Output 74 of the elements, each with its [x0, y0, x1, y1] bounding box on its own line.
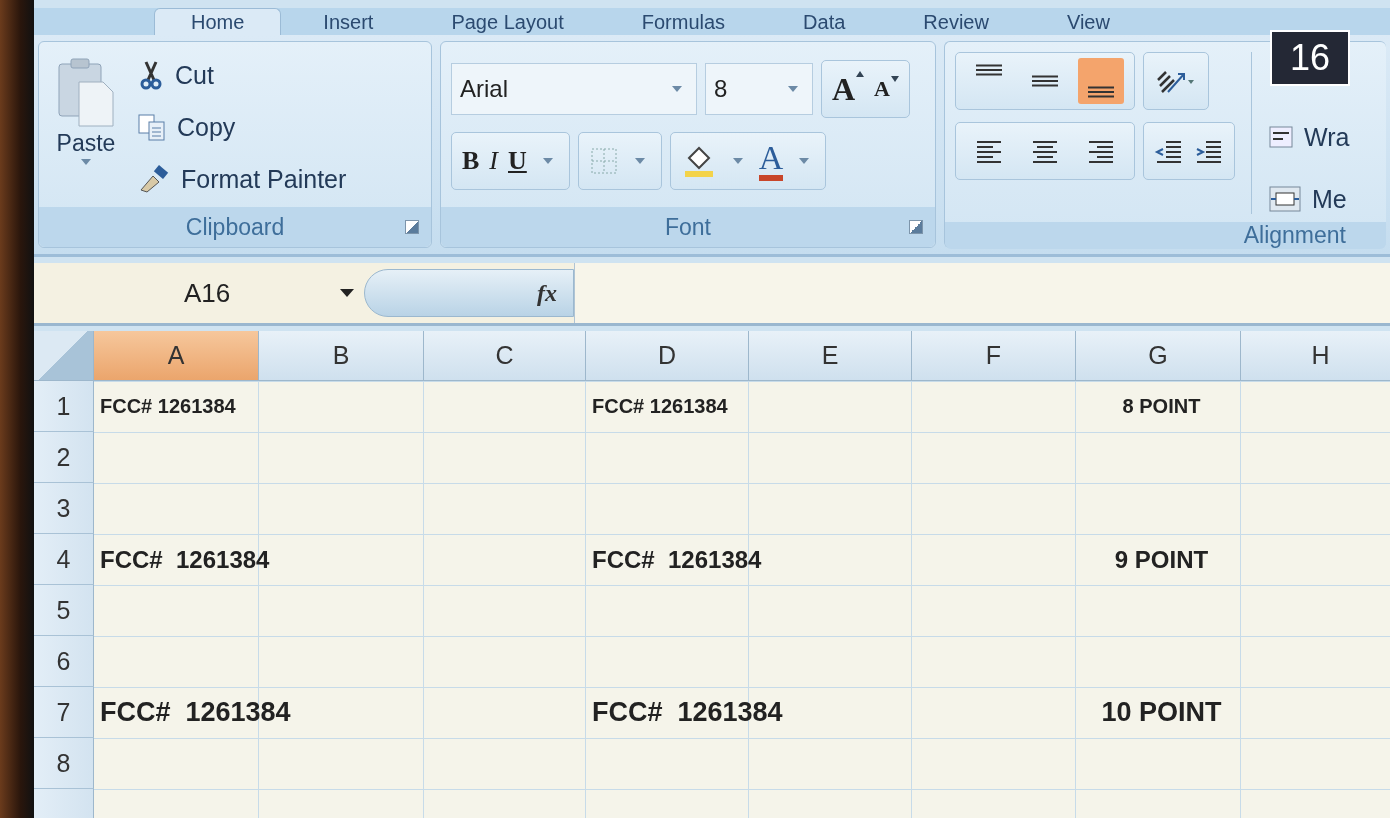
- cell-text: 10 POINT: [1101, 697, 1222, 728]
- wrap-text-button[interactable]: Wra: [1268, 114, 1350, 160]
- caret-icon: [340, 289, 354, 297]
- column-header[interactable]: F: [912, 331, 1076, 381]
- row-header[interactable]: 2: [34, 432, 94, 483]
- formula-input-field[interactable]: [574, 263, 1390, 323]
- ribbon-tab[interactable]: Insert: [287, 9, 410, 35]
- row-header[interactable]: 3: [34, 483, 94, 534]
- figure-number-badge: 16: [1269, 30, 1350, 86]
- dialog-launcher-icon[interactable]: [405, 220, 419, 234]
- row-header[interactable]: 7: [34, 687, 94, 738]
- caret-icon: [799, 158, 810, 164]
- row-header[interactable]: 6: [34, 636, 94, 687]
- bottom-align-button[interactable]: [1078, 58, 1124, 104]
- insert-function-button[interactable]: fx: [537, 279, 557, 307]
- ribbon-tab[interactable]: Home: [154, 8, 282, 35]
- align-lines-icon: [976, 64, 1002, 76]
- paintbrush-icon: [137, 164, 171, 194]
- clipboard-icon: [55, 56, 117, 128]
- ribbon-tab[interactable]: Formulas: [605, 9, 762, 35]
- cell-text: 8 POINT: [1122, 395, 1201, 418]
- paste-button[interactable]: Paste: [49, 52, 123, 207]
- painter-button[interactable]: Format Painter: [137, 156, 347, 202]
- cell-text: FCC# 1261384: [100, 697, 291, 728]
- column-header[interactable]: A: [94, 331, 259, 381]
- column-header[interactable]: G: [1076, 331, 1241, 381]
- underline-button[interactable]: U: [508, 146, 527, 176]
- column-header[interactable]: C: [424, 331, 586, 381]
- row-header[interactable]: 4: [34, 534, 94, 585]
- cell-text: FCC# 1261384: [100, 395, 236, 418]
- column-header[interactable]: H: [1241, 331, 1390, 381]
- name-box[interactable]: A16: [34, 263, 364, 323]
- cell-text: FCC# 1261384: [100, 545, 270, 574]
- merge-cells-icon: [1268, 185, 1302, 213]
- cell-text: FCC# 1261384: [592, 545, 762, 574]
- grow-font-button[interactable]: A: [832, 70, 865, 108]
- copy-button[interactable]: Copy: [137, 104, 347, 150]
- group-label: Font: [665, 213, 711, 241]
- caret-icon: [634, 158, 645, 164]
- row-header[interactable]: 1: [34, 381, 94, 432]
- cut-button[interactable]: Cut: [137, 52, 347, 98]
- group-label: Alignment: [1243, 222, 1346, 249]
- down-arrow-icon: [891, 76, 899, 82]
- shrink-font-button[interactable]: A: [874, 76, 899, 102]
- caret-icon: [788, 86, 798, 92]
- font-size-dropdown[interactable]: 8: [705, 63, 813, 115]
- column-header[interactable]: B: [259, 331, 424, 381]
- ribbon-tab[interactable]: Page Layout: [415, 9, 600, 35]
- ribbon-tab[interactable]: View: [1030, 9, 1146, 35]
- column-header[interactable]: D: [586, 331, 749, 381]
- caret-icon: [81, 159, 91, 165]
- caret-icon: [542, 158, 553, 164]
- ribbon-tab[interactable]: Data: [767, 9, 882, 35]
- cell-text: FCC# 1261384: [592, 395, 728, 418]
- caret-icon: [732, 158, 743, 164]
- font-name-dropdown[interactable]: Arial: [451, 63, 697, 115]
- bold-button[interactable]: B: [462, 146, 480, 176]
- cell-text: FCC# 1261384: [592, 697, 783, 728]
- dialog-launcher-icon[interactable]: [909, 220, 923, 234]
- group-label: Clipboard: [185, 213, 285, 241]
- ribbon-tab[interactable]: Review: [887, 9, 1025, 35]
- wrap-text-icon: [1268, 124, 1294, 150]
- up-arrow-icon: [856, 70, 865, 77]
- row-header[interactable]: 8: [34, 738, 94, 789]
- align-lines-icon: [1032, 75, 1058, 87]
- italic-button[interactable]: I: [489, 146, 498, 176]
- copy-icon: [137, 112, 167, 142]
- row-header[interactable]: 5: [34, 585, 94, 636]
- caret-icon: [672, 86, 682, 92]
- column-header[interactable]: E: [749, 331, 912, 381]
- merge-button[interactable]: Me: [1268, 176, 1350, 222]
- align-lines-icon: [1088, 86, 1114, 98]
- cell-text: 9 POINT: [1114, 545, 1209, 574]
- font-color-button[interactable]: A: [758, 141, 784, 181]
